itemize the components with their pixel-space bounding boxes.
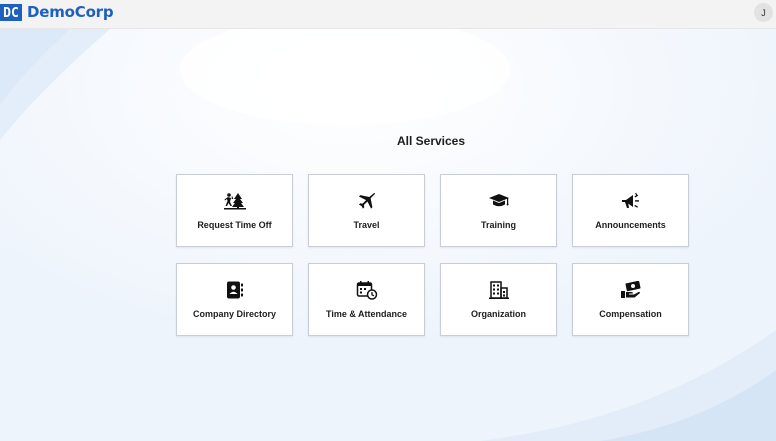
svg-text:DC: DC bbox=[3, 6, 19, 19]
logo-mark-icon: DC bbox=[0, 3, 22, 21]
service-card-compensation[interactable]: Compensation bbox=[572, 263, 689, 336]
service-label: Time & Attendance bbox=[325, 309, 408, 319]
service-label: Training bbox=[480, 220, 516, 230]
service-label: Compensation bbox=[599, 309, 662, 319]
page-title: All Services bbox=[396, 134, 466, 148]
hiking-trees-icon bbox=[223, 192, 246, 210]
megaphone-icon bbox=[620, 192, 642, 210]
service-card-travel[interactable]: Travel bbox=[308, 174, 425, 247]
service-card-organization[interactable]: Organization bbox=[440, 263, 557, 336]
service-card-training[interactable]: Training bbox=[440, 174, 557, 247]
airplane-icon bbox=[356, 192, 378, 210]
service-card-time-attendance[interactable]: Time & Attendance bbox=[308, 263, 425, 336]
address-book-icon bbox=[224, 281, 246, 299]
service-card-request-time-off[interactable]: Request Time Off bbox=[176, 174, 293, 247]
top-bar: DC DemoCorp J bbox=[0, 0, 776, 29]
hand-money-icon bbox=[620, 281, 642, 299]
calendar-clock-icon bbox=[356, 281, 378, 300]
service-label: Organization bbox=[470, 309, 526, 319]
graduation-cap-icon bbox=[488, 192, 510, 210]
brand-name: DemoCorp bbox=[27, 3, 114, 21]
brand-logo[interactable]: DC DemoCorp bbox=[0, 3, 114, 21]
office-building-icon bbox=[488, 281, 510, 299]
service-label: Travel bbox=[353, 220, 380, 230]
service-label: Company Directory bbox=[192, 309, 277, 319]
service-card-company-directory[interactable]: Company Directory bbox=[176, 263, 293, 336]
service-card-announcements[interactable]: Announcements bbox=[572, 174, 689, 247]
user-avatar[interactable]: J bbox=[754, 3, 773, 22]
service-label: Request Time Off bbox=[197, 220, 272, 230]
service-label: Announcements bbox=[595, 220, 666, 230]
services-grid: Request Time Off Travel Training Announc… bbox=[176, 174, 689, 336]
